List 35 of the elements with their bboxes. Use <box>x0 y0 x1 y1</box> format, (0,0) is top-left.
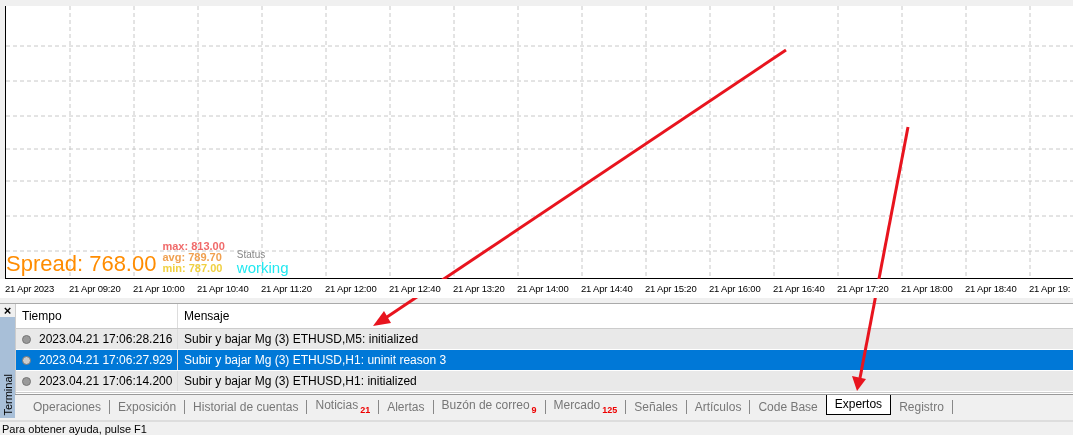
log-row[interactable]: 2023.04.21 17:06:27.929 Subir y bajar Mg (3) ETHUSD,H1: uninit reason 3 <box>16 350 1073 371</box>
tab[interactable]: Code Base <box>750 397 826 416</box>
tab[interactable]: Mercado $_{125}$ <box>545 396 626 417</box>
time-cell-text: 2023.04.21 17:06:27.929 <box>39 352 173 369</box>
terminal-title: Terminal <box>1 373 14 418</box>
status-value: working <box>236 260 289 276</box>
spread-value: Spread: 768.00 <box>6 252 157 276</box>
tab[interactable]: Señales <box>626 397 686 416</box>
tab[interactable]: Expertos <box>825 394 892 415</box>
tab[interactable]: Registro <box>891 397 952 416</box>
column-header[interactable]: Mensaje <box>178 304 1073 328</box>
tab[interactable]: Exposición <box>110 397 185 416</box>
tab[interactable]: Noticias $_{21}$ <box>307 396 379 417</box>
status-dot-icon <box>22 334 31 344</box>
message-cell-text: Subir y bajar Mg (3) ETHUSD,M5: initialized <box>183 331 420 348</box>
column-header[interactable]: Tiempo <box>16 304 178 328</box>
tab[interactable]: Alertas <box>379 397 433 416</box>
stat-value: max: 813.00 <box>162 241 225 252</box>
tab[interactable]: Historial de cuentas <box>185 397 307 416</box>
log-row[interactable]: 2023.04.21 17:06:14.200 Subir y bajar Mg (3) ETHUSD,H1: initialized <box>16 371 1073 392</box>
log-row[interactable]: 2023.04.21 17:06:28.216 Subir y bajar Mg (3) ETHUSD,M5: initialized <box>16 329 1073 350</box>
status-label: Status <box>236 249 267 260</box>
status-dot-icon <box>22 355 31 365</box>
time-cell-text: 2023.04.21 17:06:14.200 <box>39 373 173 390</box>
tab[interactable]: Buzón de correo $_{9}$ <box>433 396 545 417</box>
time-cell-text: 2023.04.21 17:06:28.216 <box>39 331 173 348</box>
status-text: Para obtener ayuda, pulse F1 <box>2 423 147 435</box>
status-dot-icon <box>22 376 31 386</box>
close-button[interactable]: × <box>0 304 15 317</box>
message-cell-text: Subir y bajar Mg (3) ETHUSD,H1: uninit reason 3 <box>183 352 448 369</box>
message-cell-text: Subir y bajar Mg (3) ETHUSD,H1: initialized <box>183 373 418 390</box>
stat-value: avg: 789.70 <box>162 252 223 263</box>
tab[interactable]: Artículos <box>686 397 750 416</box>
tab[interactable]: Operaciones <box>25 397 110 416</box>
stat-value: min: 787.00 <box>162 263 224 274</box>
